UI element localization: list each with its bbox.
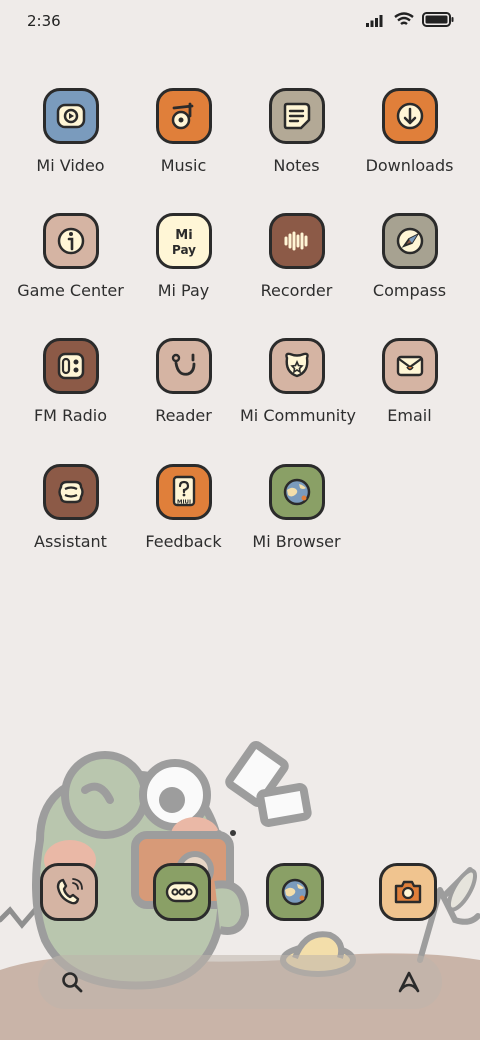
app-label: Notes: [273, 156, 320, 175]
status-icons: [366, 12, 454, 27]
app-label: Email: [387, 406, 432, 425]
dock-browser[interactable]: [266, 863, 328, 925]
page-dot-2: [216, 830, 222, 836]
app-music[interactable]: Music: [127, 88, 240, 175]
app-notes[interactable]: Notes: [240, 88, 353, 175]
app-compass[interactable]: Compass: [353, 213, 466, 300]
camera-icon: [379, 863, 437, 921]
browser-icon: [266, 863, 324, 921]
app-label: Mi Video: [36, 156, 105, 175]
mi-pay-icon: Mi Pay: [155, 213, 212, 269]
app-label: Reader: [155, 406, 212, 425]
app-label: Mi Browser: [252, 532, 341, 551]
status-time: 2:36: [27, 12, 61, 30]
dock-phone[interactable]: [40, 863, 102, 925]
game-center-icon: [42, 213, 99, 269]
app-reader[interactable]: Reader: [127, 338, 240, 425]
fm-radio-icon: [42, 338, 99, 394]
battery-icon: [422, 12, 454, 27]
app-mi-video[interactable]: Mi Video: [14, 88, 127, 175]
downloads-icon: [381, 88, 438, 144]
feedback-icon-text: MIUI: [176, 500, 190, 506]
compass-icon: [381, 213, 438, 269]
search-icon: [62, 972, 83, 993]
app-label: Compass: [372, 281, 447, 300]
search-bar[interactable]: [38, 955, 442, 1009]
signal-icon: [366, 14, 383, 27]
assistant-icon: [42, 464, 99, 520]
app-label: Assistant: [34, 532, 107, 551]
mi-community-icon: [268, 338, 325, 394]
app-label: FM Radio: [33, 406, 108, 425]
mi-pay-icon-text-top: Mi: [175, 228, 192, 243]
phone-icon: [40, 863, 98, 921]
app-fm-radio[interactable]: FM Radio: [14, 338, 127, 425]
app-mi-pay[interactable]: Mi Pay Mi Pay: [127, 213, 240, 300]
page-dot-3: [230, 830, 236, 836]
app-label: Mi Pay: [157, 281, 210, 300]
email-icon: [381, 338, 438, 394]
app-game-center[interactable]: Game Center: [14, 213, 127, 300]
page-dot-1: [200, 831, 208, 835]
music-icon: [155, 88, 212, 144]
wifi-icon: [394, 12, 414, 25]
dock-camera[interactable]: [379, 863, 441, 925]
app-label: Downloads: [365, 156, 454, 175]
app-label: Recorder: [260, 281, 333, 300]
dock-messages[interactable]: [153, 863, 215, 925]
mi-video-icon: [42, 88, 99, 144]
mi-pay-icon-text-bottom: Pay: [171, 243, 195, 257]
app-assistant[interactable]: Assistant: [14, 464, 127, 551]
feedback-icon: MIUI: [155, 464, 212, 520]
app-recorder[interactable]: Recorder: [240, 213, 353, 300]
app-label: Feedback: [145, 532, 222, 551]
app-downloads[interactable]: Downloads: [353, 88, 466, 175]
messages-icon: [153, 863, 211, 921]
assistant-shortcut-icon[interactable]: [396, 969, 422, 995]
app-label: Music: [160, 156, 207, 175]
page-indicator: [200, 830, 236, 836]
app-label: Game Center: [17, 281, 124, 300]
status-bar: 2:36: [0, 0, 480, 44]
reader-icon: [155, 338, 212, 394]
recorder-icon: [268, 213, 325, 269]
app-feedback[interactable]: MIUI Feedback: [127, 464, 240, 551]
notes-icon: [268, 88, 325, 144]
app-label: Mi Community: [240, 406, 356, 425]
app-mi-community[interactable]: Mi Community: [240, 338, 356, 425]
mi-browser-icon: [268, 464, 325, 520]
app-mi-browser[interactable]: Mi Browser: [240, 464, 353, 551]
app-email[interactable]: Email: [353, 338, 466, 425]
